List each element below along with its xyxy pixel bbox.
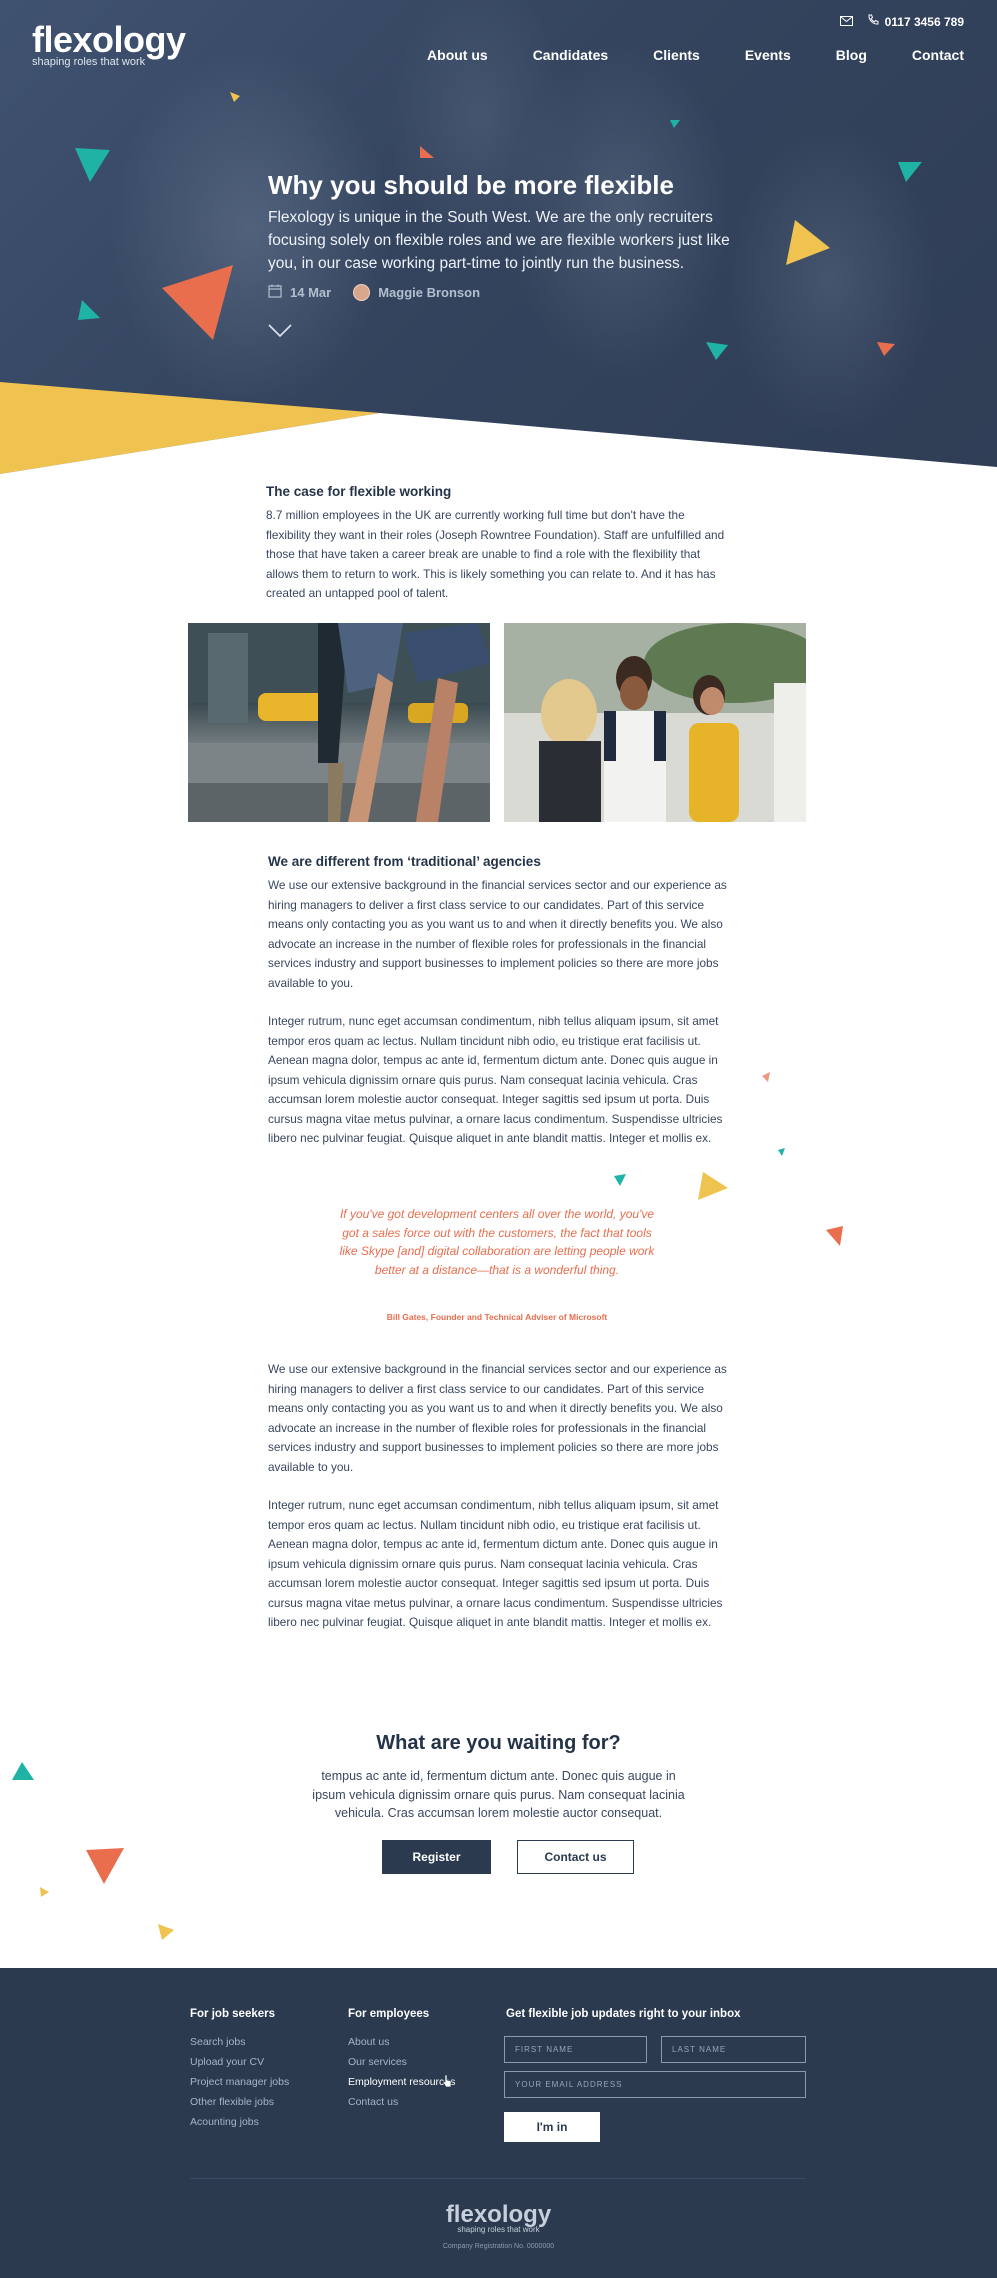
section-heading-case: The case for flexible working bbox=[266, 484, 452, 499]
footer-job-seekers-title: For job seekers bbox=[190, 2008, 276, 2020]
decorative-triangles-cta bbox=[12, 1762, 174, 1980]
footer-employees-title: For employees bbox=[348, 2008, 430, 2020]
contact-us-button[interactable]: Contact us bbox=[517, 1840, 634, 1874]
footer-link-other-flexible-jobs[interactable]: Other flexible jobs bbox=[190, 2096, 274, 2108]
triangle-shape bbox=[778, 1148, 785, 1156]
cursor-pointer-icon bbox=[442, 2074, 452, 2093]
section-heading-different: We are different from ‘traditional’ agen… bbox=[268, 854, 541, 869]
cta-text: tempus ac ante id, fermentum dictum ante… bbox=[312, 1769, 685, 1820]
first-name-input[interactable]: FIRST NAME bbox=[504, 2036, 647, 2063]
article-paragraph-4: Integer rutrum, nunc eget accumsan condi… bbox=[268, 1498, 723, 1629]
section-paragraph-case: 8.7 million employees in the UK are curr… bbox=[266, 508, 725, 600]
newsletter-title: Get flexible job updates right to your i… bbox=[506, 2008, 741, 2020]
footer-link-project-manager-jobs[interactable]: Project manager jobs bbox=[190, 2076, 289, 2088]
footer-logo-tagline: shaping roles that work bbox=[457, 2225, 540, 2234]
footer-link-upload-cv[interactable]: Upload your CV bbox=[190, 2056, 264, 2068]
triangle-shape bbox=[86, 1848, 124, 1884]
footer-link-our-services[interactable]: Our services bbox=[348, 2056, 407, 2068]
article-paragraph-1: We use our extensive background in the f… bbox=[268, 878, 727, 990]
triangle-shape bbox=[12, 1762, 34, 1780]
hero-bottom-wedge bbox=[0, 380, 997, 475]
triangle-shape bbox=[762, 1072, 770, 1082]
triangle-shape bbox=[40, 1887, 49, 1897]
company-registration: Company Registration No. 0000000 bbox=[442, 2243, 555, 2250]
article-image-people bbox=[504, 623, 806, 822]
triangle-shape bbox=[614, 1174, 626, 1186]
quote-source: Bill Gates, Founder and Technical Advise… bbox=[386, 1312, 608, 1322]
footer-logo[interactable]: flexology shaping roles that work bbox=[0, 2201, 997, 2235]
footer-link-accounting-jobs[interactable]: Acounting jobs bbox=[190, 2116, 259, 2128]
pull-quote: If you've got development centers all ov… bbox=[339, 1207, 655, 1277]
subscribe-button[interactable]: I'm in bbox=[504, 2112, 600, 2142]
last-name-input[interactable]: LAST NAME bbox=[661, 2036, 806, 2063]
email-input[interactable]: YOUR EMAIL ADDRESS bbox=[504, 2071, 806, 2098]
footer-logo-wordmark: flexology bbox=[445, 2201, 552, 2228]
triangle-shape bbox=[698, 1172, 728, 1200]
article-paragraph-3: We use our extensive background in the f… bbox=[268, 1362, 727, 1474]
article-image-street bbox=[188, 623, 490, 822]
triangle-shape bbox=[158, 1924, 174, 1940]
triangle-shape bbox=[826, 1226, 843, 1246]
footer-divider bbox=[190, 2178, 806, 2179]
cta-title: What are you waiting for? bbox=[376, 1732, 621, 1754]
footer-link-about-us[interactable]: About us bbox=[348, 2036, 389, 2048]
footer-link-contact-us[interactable]: Contact us bbox=[348, 2096, 398, 2108]
footer-link-search-jobs[interactable]: Search jobs bbox=[190, 2036, 245, 2048]
register-button[interactable]: Register bbox=[382, 1840, 491, 1874]
hero-section: flexology shaping roles that work 0117 3… bbox=[0, 0, 997, 475]
footer-link-employment-resources[interactable]: Employment resources bbox=[348, 2076, 455, 2088]
